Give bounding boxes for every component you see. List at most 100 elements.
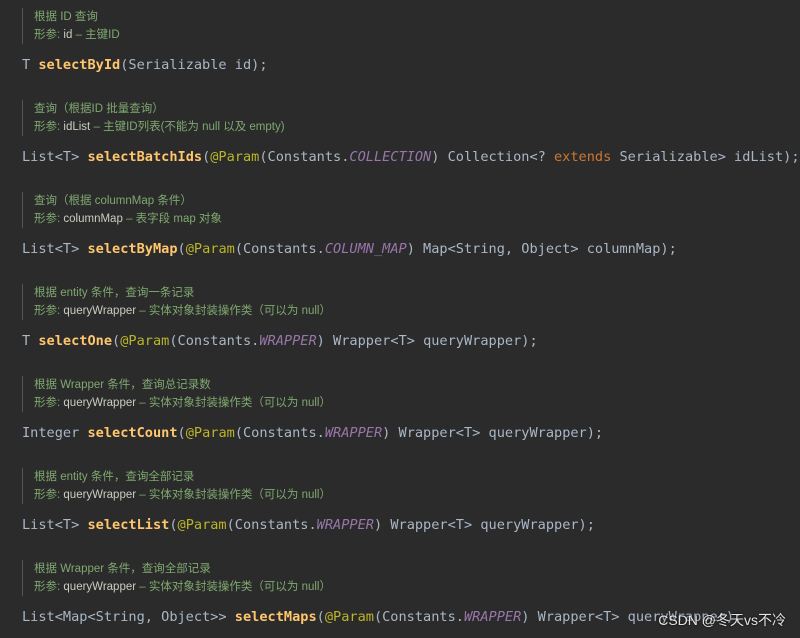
keyword: extends — [554, 149, 612, 165]
doc-param-line: 形参: queryWrapper – 实体对象封装操作类（可以为 null） — [34, 394, 792, 412]
method-block: 查询（根据 columnMap 条件） 形参: columnMap – 表字段 m… — [22, 192, 792, 258]
param-name: idList — [63, 121, 91, 133]
code-text: (Constants. — [226, 517, 317, 533]
constant: WRAPPER — [316, 517, 374, 533]
constant: WRAPPER — [324, 425, 383, 441]
doc-param-line: 形参: queryWrapper – 实体对象封装操作类（可以为 null） — [34, 302, 792, 320]
annotation: @Param — [185, 425, 235, 441]
code-text: ( — [177, 241, 186, 257]
constant: COLLECTION — [349, 149, 432, 165]
param-dash: – — [126, 213, 133, 225]
doc-description: 查询（根据ID 批量查询） — [34, 103, 164, 115]
method-block: 根据 entity 条件，查询全部记录 形参: queryWrapper – 实体… — [22, 468, 792, 534]
param-label: 形参: — [34, 305, 61, 317]
code-text: ) Wrapper<T> queryWrapper); — [382, 425, 604, 441]
param-description: 实体对象封装操作类（可以为 null） — [148, 489, 331, 501]
code-text: ( — [316, 609, 325, 625]
code-text: ) Wrapper<T> queryWrapper); — [373, 517, 595, 533]
param-label: 形参: — [34, 489, 61, 501]
method-signature[interactable]: List<T> selectBatchIds(@Param(Constants.… — [22, 148, 800, 166]
param-name: queryWrapper — [63, 305, 137, 317]
method-name: selectList — [87, 517, 170, 533]
code-text: (Constants. — [169, 333, 260, 349]
doc-description: 根据 Wrapper 条件，查询全部记录 — [34, 563, 211, 575]
code-text: ) Map<String, Object> columnMap); — [406, 241, 677, 257]
method-name: selectById — [38, 57, 121, 73]
method-block: 查询（根据ID 批量查询） 形参: idList – 主键ID列表(不能为 nul… — [22, 100, 800, 166]
watermark: CSDN @冬天vs不冷 — [658, 612, 786, 628]
doc-description: 根据 entity 条件，查询全部记录 — [34, 471, 195, 483]
code-text: T — [22, 57, 39, 73]
param-description: 实体对象封装操作类（可以为 null） — [148, 305, 331, 317]
doc-param-line: 形参: queryWrapper – 实体对象封装操作类（可以为 null） — [34, 578, 792, 596]
javadoc: 根据 entity 条件，查询全部记录 形参: queryWrapper – 实体… — [22, 468, 792, 504]
code-text: List<T> — [22, 241, 88, 257]
doc-param-line: 形参: columnMap – 表字段 map 对象 — [34, 210, 792, 228]
param-description: 表字段 map 对象 — [135, 213, 222, 225]
code-text: Integer — [22, 425, 88, 441]
doc-description: 查询（根据 columnMap 条件） — [34, 195, 192, 207]
param-name: queryWrapper — [63, 581, 137, 593]
param-name: columnMap — [63, 213, 123, 225]
method-signature[interactable]: Integer selectCount(@Param(Constants.WRA… — [22, 424, 792, 442]
javadoc: 根据 ID 查询 形参: id – 主键ID — [22, 8, 792, 44]
code-text: ) Collection<? — [431, 149, 554, 165]
doc-description: 根据 Wrapper 条件，查询总记录数 — [34, 379, 211, 391]
doc-param-line: 形参: queryWrapper – 实体对象封装操作类（可以为 null） — [34, 486, 792, 504]
method-signature[interactable]: T selectById(Serializable id); — [22, 56, 792, 74]
method-name: selectBatchIds — [87, 149, 203, 165]
param-description: 主键ID — [85, 29, 120, 41]
code-text: ) Wrapper<T> queryWrapper); — [316, 333, 538, 349]
param-name: queryWrapper — [63, 397, 137, 409]
param-description: 实体对象封装操作类（可以为 null） — [148, 581, 331, 593]
javadoc: 查询（根据 columnMap 条件） 形参: columnMap – 表字段 m… — [22, 192, 792, 228]
method-block: 根据 Wrapper 条件，查询总记录数 形参: queryWrapper – 实… — [22, 376, 792, 442]
param-description: 实体对象封装操作类（可以为 null） — [148, 397, 331, 409]
annotation: @Param — [324, 609, 374, 625]
code-text: (Serializable id); — [120, 57, 268, 73]
param-dash: – — [139, 397, 146, 409]
constant: WRAPPER — [259, 333, 317, 349]
code-text: (Constants. — [234, 425, 325, 441]
doc-param-line: 形参: idList – 主键ID列表(不能为 null 以及 empty) — [34, 118, 792, 136]
code-text: ( — [177, 425, 186, 441]
code-text: Serializable> idList); — [611, 149, 800, 165]
code-text: List<T> — [22, 149, 88, 165]
method-block: 根据 entity 条件，查询一条记录 形参: queryWrapper – 实体… — [22, 284, 792, 350]
javadoc: 根据 entity 条件，查询一条记录 形参: queryWrapper – 实体… — [22, 284, 792, 320]
doc-description: 根据 entity 条件，查询一条记录 — [34, 287, 195, 299]
param-dash: – — [139, 581, 146, 593]
method-name: selectByMap — [87, 241, 178, 257]
code-text: List<Map<String, Object>> — [22, 609, 235, 625]
annotation: @Param — [210, 149, 260, 165]
method-signature[interactable]: List<T> selectList(@Param(Constants.WRAP… — [22, 516, 792, 534]
constant: WRAPPER — [463, 609, 522, 625]
param-label: 形参: — [34, 397, 61, 409]
code-text: (Constants. — [259, 149, 350, 165]
param-label: 形参: — [34, 581, 61, 593]
param-dash: – — [93, 121, 100, 133]
param-dash: – — [139, 489, 146, 501]
method-name: selectCount — [87, 425, 178, 441]
param-name: id — [63, 29, 73, 41]
param-name: queryWrapper — [63, 489, 137, 501]
code-text: (Constants. — [373, 609, 464, 625]
param-dash: – — [139, 305, 146, 317]
param-label: 形参: — [34, 29, 61, 41]
code-text: ( — [169, 517, 178, 533]
method-block: 根据 ID 查询 形参: id – 主键ID T selectById(Serial… — [22, 8, 792, 74]
param-label: 形参: — [34, 121, 61, 133]
javadoc: 根据 Wrapper 条件，查询总记录数 形参: queryWrapper – 实… — [22, 376, 792, 412]
annotation: @Param — [120, 333, 170, 349]
constant: COLUMN_MAP — [324, 241, 407, 257]
code-text: (Constants. — [234, 241, 325, 257]
method-signature[interactable]: T selectOne(@Param(Constants.WRAPPER) Wr… — [22, 332, 792, 350]
param-label: 形参: — [34, 213, 61, 225]
code-text: T — [22, 333, 39, 349]
doc-description: 根据 ID 查询 — [34, 11, 98, 23]
method-signature[interactable]: List<T> selectByMap(@Param(Constants.COL… — [22, 240, 792, 258]
code-text: ( — [112, 333, 121, 349]
method-name: selectOne — [38, 333, 113, 349]
param-dash: – — [75, 29, 82, 41]
annotation: @Param — [185, 241, 235, 257]
